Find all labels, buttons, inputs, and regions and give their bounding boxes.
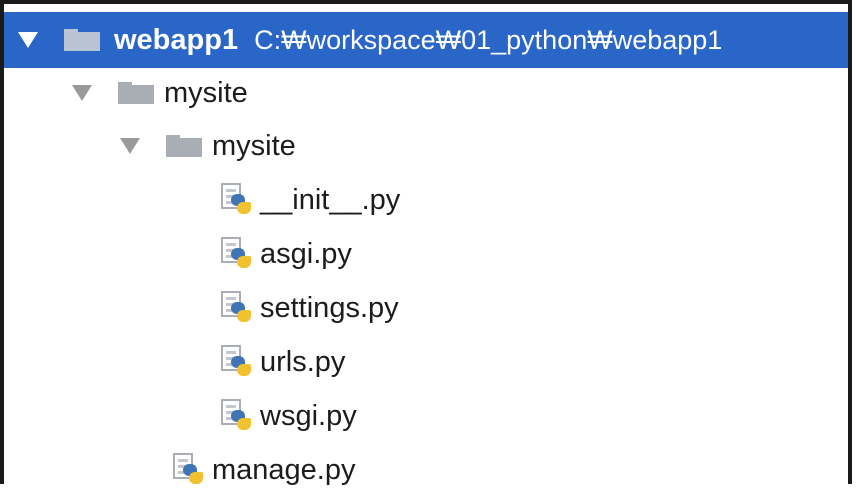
expand-triangle-icon[interactable] [72, 85, 92, 101]
python-file-icon [218, 236, 252, 272]
file-label: wsgi.py [260, 399, 357, 432]
file-label: settings.py [260, 291, 399, 324]
file-label: manage.py [212, 453, 356, 486]
python-file-icon [218, 398, 252, 434]
tree-node-file-asgi[interactable]: asgi.py [4, 227, 848, 281]
project-name: webapp1 [114, 23, 239, 56]
file-label: asgi.py [260, 237, 352, 270]
tree-node-root[interactable]: webapp1 C:₩workspace₩01_python₩webapp1 [4, 12, 848, 68]
folder-label: mysite [164, 76, 248, 109]
expand-triangle-icon[interactable] [18, 32, 38, 48]
python-file-icon [218, 182, 252, 218]
tree-node-file-urls[interactable]: urls.py [4, 335, 848, 389]
folder-icon [64, 29, 100, 51]
python-file-icon [218, 344, 252, 380]
python-file-icon [218, 290, 252, 326]
tree-node-folder-mysite-inner[interactable]: mysite [4, 119, 848, 173]
folder-label: mysite [212, 129, 296, 162]
project-tree: webapp1 C:₩workspace₩01_python₩webapp1 m… [4, 4, 848, 484]
project-tree-panel: webapp1 C:₩workspace₩01_python₩webapp1 m… [0, 0, 852, 484]
file-label: __init__.py [260, 183, 401, 216]
tree-node-file-settings[interactable]: settings.py [4, 281, 848, 335]
folder-icon [166, 135, 202, 157]
python-file-icon [170, 452, 204, 488]
expand-triangle-icon[interactable] [120, 138, 140, 154]
file-label: urls.py [260, 345, 346, 378]
tree-node-folder-mysite[interactable]: mysite [4, 66, 848, 120]
project-path: C:₩workspace₩01_python₩webapp1 [254, 24, 723, 55]
tree-node-file-wsgi[interactable]: wsgi.py [4, 389, 848, 443]
folder-icon [118, 82, 154, 104]
tree-node-file-manage[interactable]: manage.py [4, 443, 848, 497]
tree-node-file-init[interactable]: __init__.py [4, 173, 848, 227]
